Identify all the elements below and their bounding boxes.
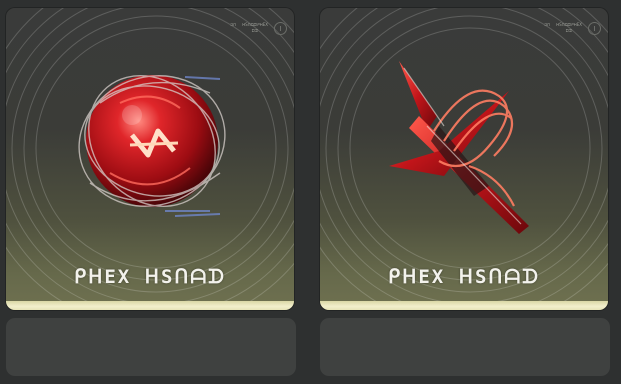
card-meta: ᑐᑎ ᕼSᑎᗩᗪᑭᕼEX ᗪᗪ [544, 22, 582, 34]
card-label: ᑭᕼEX ᕼSᑎᗩᗪ [74, 266, 226, 288]
card-label: ᑭᕼEX ᕼSᑎᗩᗪ [388, 266, 540, 288]
meta-text: ᑐᑎ [544, 22, 551, 27]
meta-subtext: ᗪᗪ [565, 28, 573, 33]
card-meta: ᑐᑎ ᕼSᑎᗩᗪᑭᕼEX ᗪᗪ [230, 22, 268, 34]
red-sphere-emblem-icon [78, 74, 226, 217]
meta-subtext: ᗪᗪ [251, 28, 259, 33]
emblem-card-1[interactable]: ᑐᑎ ᕼSᑎᗩᗪᑭᕼEX ᗪᗪ ᑭᕼEX ᕼSᑎᗩᗪ [6, 8, 294, 310]
emblem-card-2[interactable]: ᑐᑎ ᕼSᑎᗩᗪᑭᕼEX ᗪᗪ ᑭᕼEX ᕼSᑎᗩᗪ [320, 8, 608, 310]
meta-text: ᑐᑎ [230, 22, 237, 27]
meta-text: ᕼSᑎᗩᗪᑭᕼEX [242, 22, 268, 27]
card-highlight-bar [320, 301, 608, 310]
info-icon[interactable] [588, 22, 601, 35]
info-icon[interactable] [274, 22, 287, 35]
empty-card-slot-1[interactable] [6, 318, 296, 376]
empty-card-slot-2[interactable] [320, 318, 610, 376]
red-cross-emblem-icon [389, 61, 529, 234]
card-highlight-bar [6, 301, 294, 310]
meta-text: ᕼSᑎᗩᗪᑭᕼEX [556, 22, 582, 27]
